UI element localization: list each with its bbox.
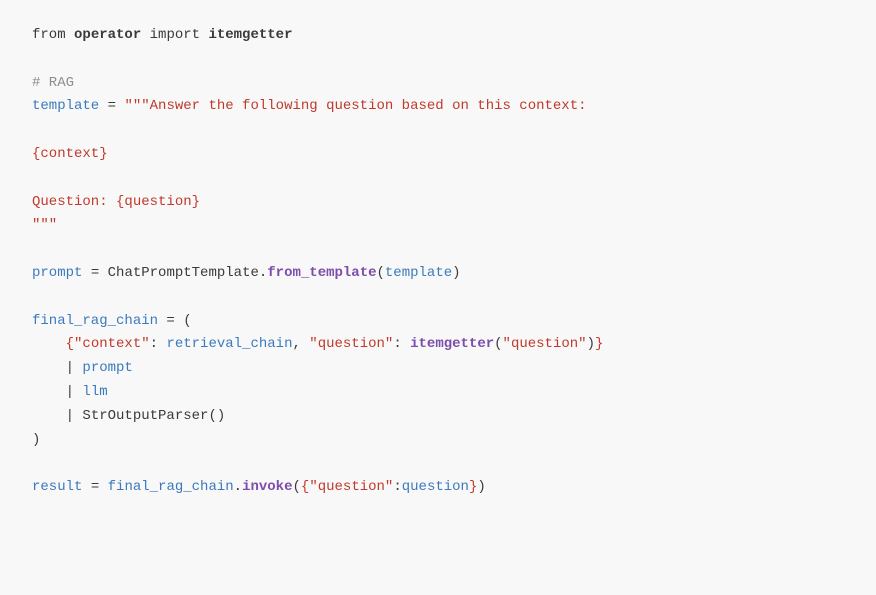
module-name: operator	[74, 24, 141, 48]
keyword-import: import	[141, 24, 208, 48]
paren-sop: ()	[208, 405, 225, 429]
op-assign2: =	[82, 262, 107, 286]
code-final-rag-3: | prompt	[32, 357, 844, 381]
paren-ig-close: )	[587, 333, 595, 357]
comment-rag: # RAG	[32, 72, 74, 96]
indent-pipe1	[32, 357, 66, 381]
pipe3: |	[66, 405, 83, 429]
method-from-template: from_template	[267, 262, 376, 286]
blank-line-2	[32, 119, 844, 143]
key-context: "context"	[74, 333, 150, 357]
brace-close: }	[595, 333, 603, 357]
code-result: result = final_rag_chain.invoke({"questi…	[32, 476, 844, 500]
brace-open: {	[66, 333, 74, 357]
var-template: template	[32, 95, 99, 119]
code-template-assign: template = """Answer the following quest…	[32, 95, 844, 119]
keyword-from: from	[32, 24, 74, 48]
method-invoke: invoke	[242, 476, 292, 500]
paren-chain-close: )	[32, 429, 40, 453]
blank-line	[32, 48, 844, 72]
key-question2: "question"	[309, 476, 393, 500]
var-prompt: prompt	[32, 262, 82, 286]
val-retrieval-chain: retrieval_chain	[166, 333, 292, 357]
pipe1: |	[66, 357, 83, 381]
code-final-rag-2: {"context": retrieval_chain, "question":…	[32, 333, 844, 357]
str-close-triple: """	[32, 214, 57, 238]
code-context-placeholder: {context}	[32, 143, 844, 167]
paren-close: )	[452, 262, 460, 286]
paren-open: (	[377, 262, 385, 286]
class-chatprompttemplate: ChatPromptTemplate	[108, 262, 259, 286]
key-question: "question"	[309, 333, 393, 357]
brace-inv-close: }	[469, 476, 477, 500]
class-stroutputparser: StrOutputParser	[82, 405, 208, 429]
indent-pipe2	[32, 381, 66, 405]
blank-line-5	[32, 286, 844, 310]
code-prompt-assign: prompt = ChatPromptTemplate.from_templat…	[32, 262, 844, 286]
paren-ig-open: (	[494, 333, 502, 357]
op-dot: .	[259, 262, 267, 286]
colon2: :	[393, 333, 410, 357]
code-final-rag-6: )	[32, 429, 844, 453]
blank-line-3	[32, 167, 844, 191]
code-editor: from operator import itemgetter # RAG te…	[0, 0, 876, 595]
op-assign: =	[99, 95, 124, 119]
code-final-rag-4: | llm	[32, 381, 844, 405]
code-final-rag-5: | StrOutputParser()	[32, 405, 844, 429]
comma1: ,	[292, 333, 309, 357]
colon-inv: :	[393, 476, 401, 500]
brace-inv-open: {	[301, 476, 309, 500]
code-comment-rag: # RAG	[32, 72, 844, 96]
str-question-label: Question: {question}	[32, 191, 200, 215]
str-open-triple: """Answer the following question based o…	[124, 95, 586, 119]
blank-line-4	[32, 238, 844, 262]
code-question-placeholder: Question: {question}	[32, 191, 844, 215]
indent-spaces	[32, 333, 66, 357]
var-result: result	[32, 476, 82, 500]
val-prompt: prompt	[82, 357, 132, 381]
op-assign3: = (	[158, 310, 192, 334]
paren-inv-open: (	[293, 476, 301, 500]
code-line-1: from operator import itemgetter	[32, 24, 844, 48]
str-question-arg: "question"	[503, 333, 587, 357]
pipe2: |	[66, 381, 83, 405]
func-itemgetter: itemgetter	[208, 24, 292, 48]
var-final-rag-chain: final_rag_chain	[32, 310, 158, 334]
op-dot2: .	[234, 476, 242, 500]
op-assign4: =	[82, 476, 107, 500]
val-llm: llm	[82, 381, 107, 405]
blank-line-6	[32, 452, 844, 476]
str-context-placeholder: {context}	[32, 143, 108, 167]
paren-inv-close: )	[477, 476, 485, 500]
arg-template: template	[385, 262, 452, 286]
val-question: question	[402, 476, 469, 500]
code-final-rag-1: final_rag_chain = (	[32, 310, 844, 334]
func-itemgetter2: itemgetter	[410, 333, 494, 357]
code-triple-quote-close: """	[32, 214, 844, 238]
val-final-rag-chain2: final_rag_chain	[108, 476, 234, 500]
colon1: :	[150, 333, 167, 357]
indent-pipe3	[32, 405, 66, 429]
